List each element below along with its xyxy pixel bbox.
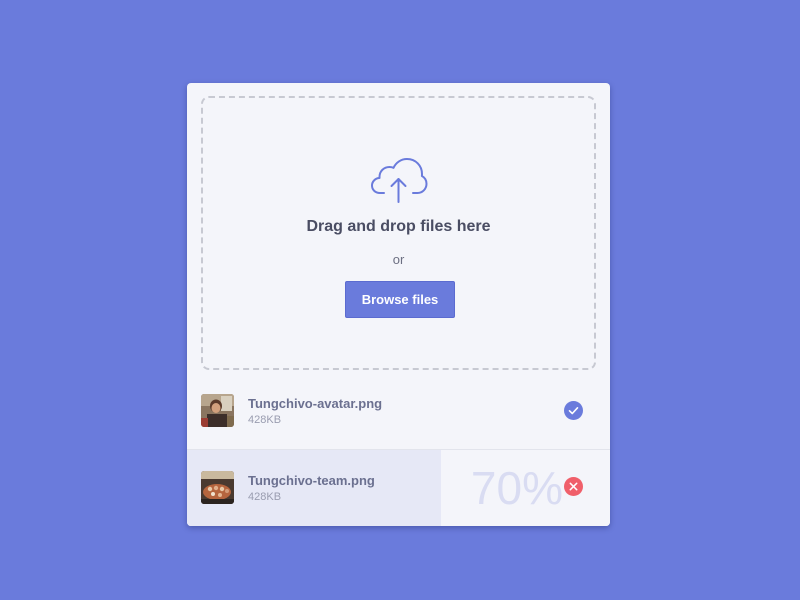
drop-zone[interactable]: Drag and drop files here or Browse files [201, 96, 596, 370]
file-name: Tungchivo-team.png [248, 473, 375, 488]
file-row: Tungchivo-avatar.png 428KB [187, 372, 610, 449]
upload-card: Drag and drop files here or Browse files… [187, 83, 610, 526]
drop-title: Drag and drop files here [306, 218, 491, 235]
cloud-upload-icon [371, 158, 428, 203]
file-size: 428KB [248, 414, 282, 426]
file-name: Tungchivo-avatar.png [248, 396, 383, 411]
check-circle-icon [564, 401, 583, 420]
file-thumbnail [201, 471, 234, 504]
file-row: Tungchivo-team.png 428KB 70% [187, 450, 610, 526]
upload-progress-percent: 70% [470, 462, 563, 514]
file-thumbnail [201, 394, 234, 427]
cancel-circle-icon[interactable] [564, 477, 583, 496]
browse-files-button[interactable]: Browse files [345, 281, 455, 318]
file-size: 428KB [248, 491, 282, 503]
drop-or-text: or [392, 252, 405, 267]
